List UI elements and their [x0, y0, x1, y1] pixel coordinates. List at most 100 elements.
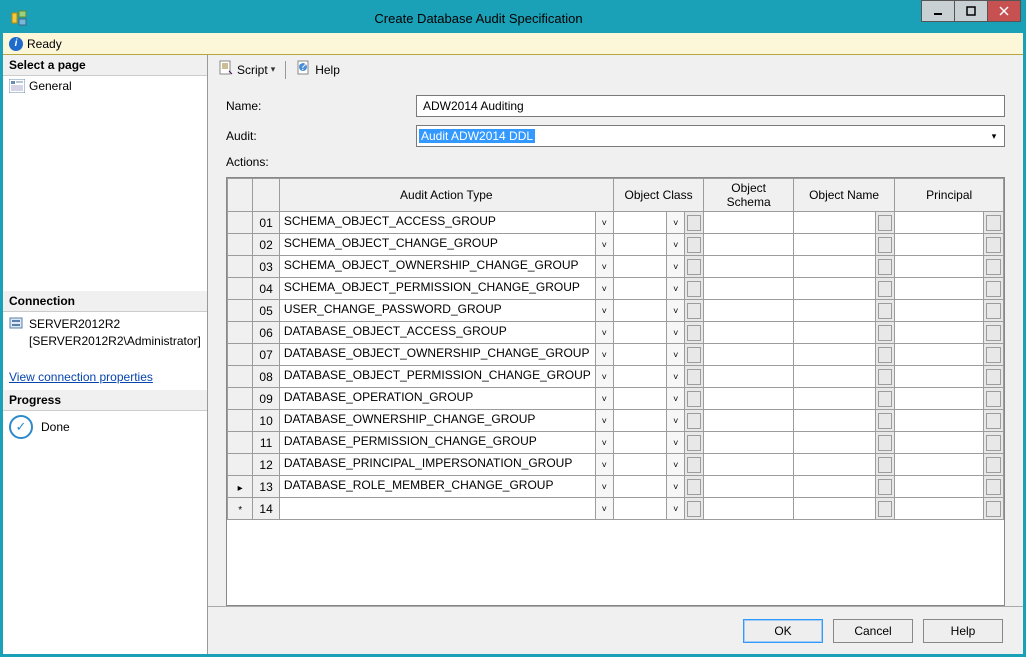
- titlebar[interactable]: Create Database Audit Specification: [3, 3, 1023, 33]
- chevron-down-icon[interactable]: ˅: [666, 454, 684, 475]
- cell-object-schema[interactable]: [704, 410, 794, 432]
- principal-browse-button[interactable]: [983, 454, 1003, 476]
- cell-principal[interactable]: [895, 278, 984, 300]
- principal-browse-button[interactable]: [983, 498, 1003, 520]
- view-connection-link[interactable]: View connection properties: [9, 370, 153, 384]
- table-row[interactable]: 10DATABASE_OWNERSHIP_CHANGE_GROUP˅˅: [228, 410, 1004, 432]
- table-row[interactable]: 01SCHEMA_OBJECT_ACCESS_GROUP˅˅: [228, 212, 1004, 234]
- grid-header-object-schema[interactable]: Object Schema: [704, 179, 794, 212]
- object-name-browse-button[interactable]: [875, 278, 895, 300]
- chevron-down-icon[interactable]: ˅: [595, 388, 613, 409]
- table-row[interactable]: 02SCHEMA_OBJECT_CHANGE_GROUP˅˅: [228, 234, 1004, 256]
- object-class-browse-button[interactable]: [685, 300, 704, 322]
- cell-object-class[interactable]: ˅: [613, 344, 684, 366]
- object-name-browse-button[interactable]: [875, 344, 895, 366]
- cell-object-schema[interactable]: [704, 432, 794, 454]
- sidebar-page-general[interactable]: General: [7, 78, 203, 94]
- cell-action-type[interactable]: SCHEMA_OBJECT_CHANGE_GROUP˅: [279, 234, 613, 256]
- chevron-down-icon[interactable]: ˅: [595, 454, 613, 475]
- principal-browse-button[interactable]: [983, 278, 1003, 300]
- grid-header-object-name[interactable]: Object Name: [793, 179, 894, 212]
- object-name-browse-button[interactable]: [875, 498, 895, 520]
- object-class-browse-button[interactable]: [685, 234, 704, 256]
- principal-browse-button[interactable]: [983, 212, 1003, 234]
- cell-principal[interactable]: [895, 498, 984, 520]
- chevron-down-icon[interactable]: ˅: [666, 256, 684, 277]
- table-row[interactable]: 05USER_CHANGE_PASSWORD_GROUP˅˅: [228, 300, 1004, 322]
- object-name-browse-button[interactable]: [875, 366, 895, 388]
- object-name-browse-button[interactable]: [875, 454, 895, 476]
- object-class-browse-button[interactable]: [685, 476, 704, 498]
- cell-object-schema[interactable]: [704, 366, 794, 388]
- cell-object-class[interactable]: ˅: [613, 212, 684, 234]
- chevron-down-icon[interactable]: ˅: [666, 388, 684, 409]
- principal-browse-button[interactable]: [983, 256, 1003, 278]
- object-class-browse-button[interactable]: [685, 366, 704, 388]
- cell-object-schema[interactable]: [704, 476, 794, 498]
- cell-action-type[interactable]: DATABASE_OPERATION_GROUP˅: [279, 388, 613, 410]
- cell-principal[interactable]: [895, 432, 984, 454]
- chevron-down-icon[interactable]: ˅: [595, 256, 613, 277]
- cell-object-schema[interactable]: [704, 498, 794, 520]
- chevron-down-icon[interactable]: ˅: [595, 322, 613, 343]
- chevron-down-icon[interactable]: ˅: [666, 300, 684, 321]
- cell-object-name[interactable]: [793, 344, 875, 366]
- chevron-down-icon[interactable]: ˅: [666, 234, 684, 255]
- cell-object-schema[interactable]: [704, 322, 794, 344]
- object-class-browse-button[interactable]: [685, 454, 704, 476]
- principal-browse-button[interactable]: [983, 410, 1003, 432]
- chevron-down-icon[interactable]: ˅: [595, 476, 613, 497]
- object-class-browse-button[interactable]: [685, 498, 704, 520]
- close-button[interactable]: [987, 0, 1021, 22]
- cell-object-class[interactable]: ˅: [613, 234, 684, 256]
- cell-principal[interactable]: [895, 256, 984, 278]
- object-name-browse-button[interactable]: [875, 388, 895, 410]
- cell-action-type[interactable]: DATABASE_ROLE_MEMBER_CHANGE_GROUP˅: [279, 476, 613, 498]
- chevron-down-icon[interactable]: ˅: [666, 498, 684, 519]
- object-name-browse-button[interactable]: [875, 476, 895, 498]
- chevron-down-icon[interactable]: ˅: [666, 432, 684, 453]
- chevron-down-icon[interactable]: ˅: [595, 212, 613, 233]
- table-row[interactable]: 09DATABASE_OPERATION_GROUP˅˅: [228, 388, 1004, 410]
- chevron-down-icon[interactable]: ˅: [595, 278, 613, 299]
- object-name-browse-button[interactable]: [875, 322, 895, 344]
- cell-action-type[interactable]: ˅: [279, 498, 613, 520]
- cell-object-name[interactable]: [793, 410, 875, 432]
- chevron-down-icon[interactable]: ˅: [666, 322, 684, 343]
- grid-header-object-class[interactable]: Object Class: [613, 179, 704, 212]
- cell-object-name[interactable]: [793, 476, 875, 498]
- object-class-browse-button[interactable]: [685, 278, 704, 300]
- audit-select[interactable]: Audit ADW2014 DDL ▾: [416, 125, 1005, 147]
- cell-object-name[interactable]: [793, 432, 875, 454]
- object-name-browse-button[interactable]: [875, 256, 895, 278]
- script-button[interactable]: Script ▾: [214, 58, 279, 81]
- chevron-down-icon[interactable]: ˅: [595, 410, 613, 431]
- table-row[interactable]: 06DATABASE_OBJECT_ACCESS_GROUP˅˅: [228, 322, 1004, 344]
- ok-button[interactable]: OK: [743, 619, 823, 643]
- object-class-browse-button[interactable]: [685, 256, 704, 278]
- cell-action-type[interactable]: DATABASE_PERMISSION_CHANGE_GROUP˅: [279, 432, 613, 454]
- object-name-browse-button[interactable]: [875, 212, 895, 234]
- cell-object-schema[interactable]: [704, 256, 794, 278]
- object-name-browse-button[interactable]: [875, 234, 895, 256]
- chevron-down-icon[interactable]: ˅: [666, 366, 684, 387]
- cell-object-class[interactable]: ˅: [613, 300, 684, 322]
- table-row[interactable]: 03SCHEMA_OBJECT_OWNERSHIP_CHANGE_GROUP˅˅: [228, 256, 1004, 278]
- principal-browse-button[interactable]: [983, 366, 1003, 388]
- maximize-button[interactable]: [954, 0, 988, 22]
- cell-object-schema[interactable]: [704, 454, 794, 476]
- cell-principal[interactable]: [895, 234, 984, 256]
- cell-object-class[interactable]: ˅: [613, 476, 684, 498]
- cell-object-class[interactable]: ˅: [613, 432, 684, 454]
- cell-object-schema[interactable]: [704, 300, 794, 322]
- cell-principal[interactable]: [895, 322, 984, 344]
- cell-principal[interactable]: [895, 476, 984, 498]
- help-footer-button[interactable]: Help: [923, 619, 1003, 643]
- object-class-browse-button[interactable]: [685, 344, 704, 366]
- cell-object-schema[interactable]: [704, 234, 794, 256]
- object-class-browse-button[interactable]: [685, 322, 704, 344]
- cell-object-class[interactable]: ˅: [613, 498, 684, 520]
- chevron-down-icon[interactable]: ˅: [595, 300, 613, 321]
- object-name-browse-button[interactable]: [875, 410, 895, 432]
- cell-object-class[interactable]: ˅: [613, 454, 684, 476]
